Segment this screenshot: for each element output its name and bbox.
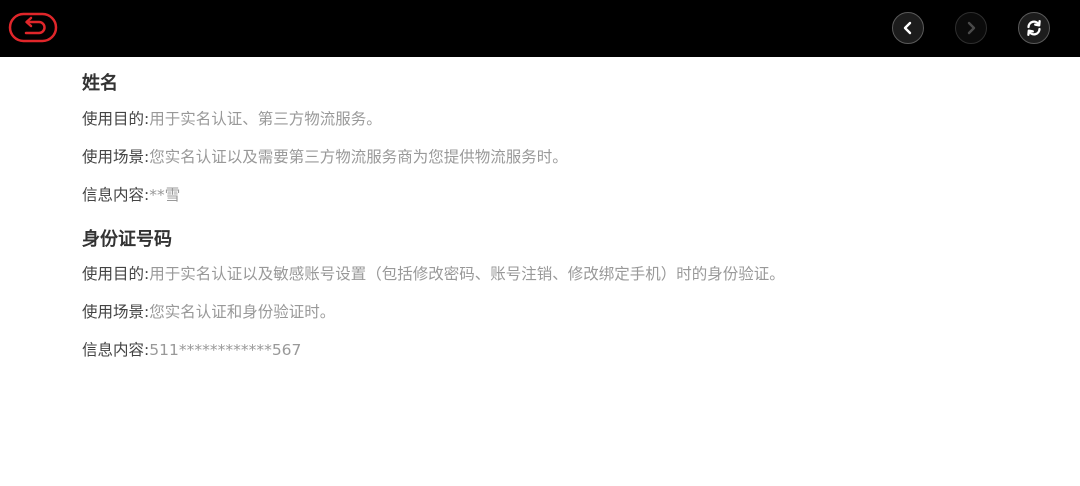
refresh-button[interactable] <box>1018 12 1050 44</box>
scenario-row: 使用场景:您实名认证和身份验证时。 <box>82 302 335 322</box>
row-value: 您实名认证以及需要第三方物流服务商为您提供物流服务时。 <box>149 148 568 166</box>
row-label: 信息内容: <box>82 186 150 204</box>
back-button[interactable] <box>8 11 60 45</box>
scenario-row: 使用场景:您实名认证以及需要第三方物流服务商为您提供物流服务时。 <box>82 147 568 167</box>
row-label: 使用目的: <box>82 110 150 128</box>
chevron-left-icon <box>903 21 912 35</box>
row-label: 信息内容: <box>82 341 150 359</box>
row-label: 使用场景: <box>82 148 150 166</box>
next-button[interactable] <box>955 12 987 44</box>
refresh-icon <box>1027 20 1041 36</box>
purpose-row: 使用目的:用于实名认证、第三方物流服务。 <box>82 109 382 129</box>
top-toolbar <box>0 0 1080 57</box>
row-value: 用于实名认证以及敏感账号设置（包括修改密码、账号注销、修改绑定手机）时的身份验证… <box>149 265 785 283</box>
row-label: 使用目的: <box>82 265 150 283</box>
content-row: 信息内容:**雪 <box>82 185 180 205</box>
purpose-row: 使用目的:用于实名认证以及敏感账号设置（包括修改密码、账号注销、修改绑定手机）时… <box>82 264 785 284</box>
chevron-right-icon <box>967 21 976 35</box>
row-label: 使用场景: <box>82 303 150 321</box>
row-value: 511************567 <box>149 341 302 359</box>
section-title-id-number: 身份证号码 <box>82 229 172 250</box>
row-value: 用于实名认证、第三方物流服务。 <box>149 110 382 128</box>
previous-button[interactable] <box>892 12 924 44</box>
content-row: 信息内容:511************567 <box>82 340 301 360</box>
row-value: 您实名认证和身份验证时。 <box>149 303 336 321</box>
back-arrow-icon <box>8 12 58 43</box>
row-value: **雪 <box>149 186 181 204</box>
section-title-name: 姓名 <box>82 73 118 94</box>
